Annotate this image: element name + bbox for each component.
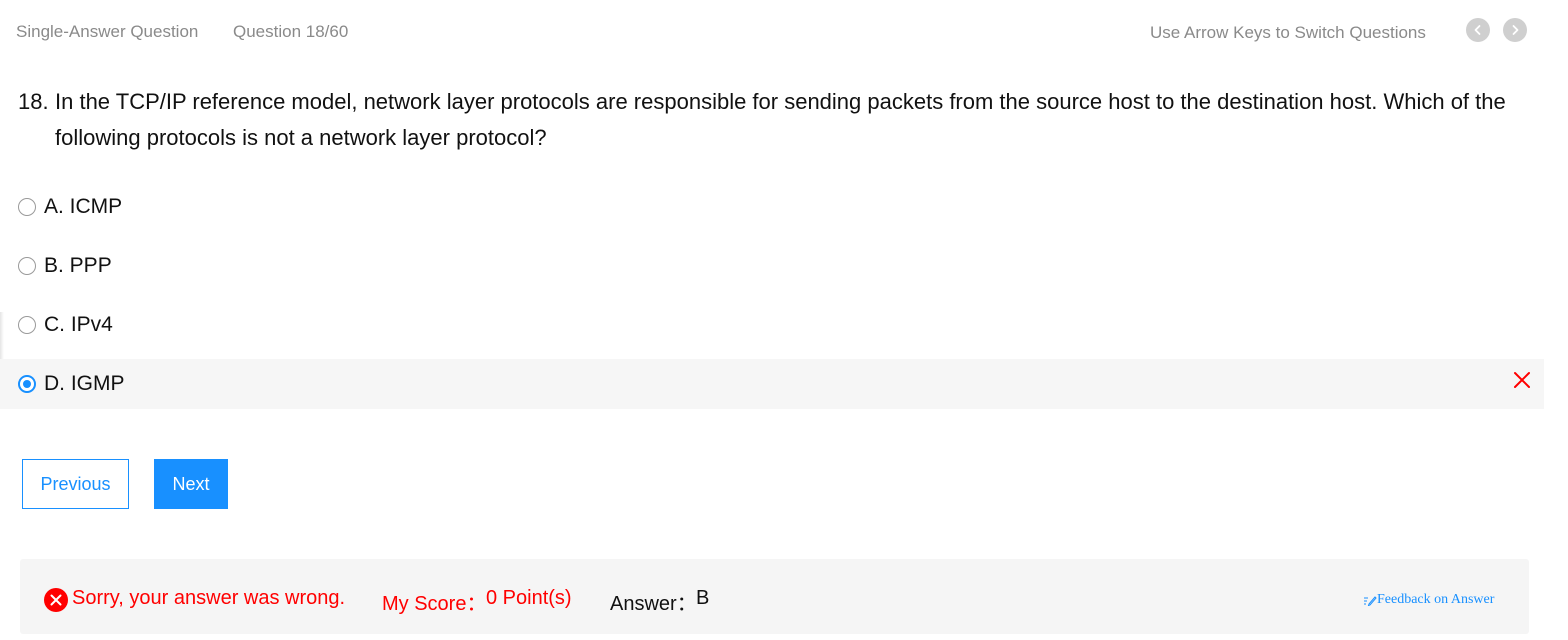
- question-header: Single-Answer Question Question 18/60 Us…: [0, 0, 1568, 64]
- option-a-label: A. ICMP: [44, 195, 123, 218]
- edit-feedback-icon: [1364, 596, 1377, 606]
- next-button[interactable]: Next: [154, 459, 228, 509]
- previous-question-button[interactable]: [1466, 18, 1490, 42]
- option-b[interactable]: B. PPP: [0, 241, 1544, 291]
- correct-answer-value: B: [696, 587, 710, 609]
- next-question-button[interactable]: [1503, 18, 1527, 42]
- option-a-radio[interactable]: [18, 198, 36, 216]
- wrong-answer-x-icon: [1514, 372, 1530, 388]
- option-b-label: B. PPP: [44, 254, 112, 277]
- option-c-label: C. IPv4: [44, 313, 113, 336]
- chevron-left-icon: [1474, 25, 1481, 35]
- result-message: Sorry, your answer was wrong.: [72, 587, 346, 609]
- answer-label: Answer：: [610, 593, 697, 615]
- result-panel: Sorry, your answer was wrong. My Score： …: [20, 559, 1529, 634]
- option-d[interactable]: D. IGMP: [0, 359, 1544, 409]
- question-stem: 18. In the TCP/IP reference model, netwo…: [18, 84, 1518, 156]
- score-label: My Score：: [382, 593, 487, 615]
- error-circle-icon: [44, 588, 68, 612]
- option-a[interactable]: A. ICMP: [0, 182, 1544, 232]
- option-d-label: D. IGMP: [44, 372, 125, 395]
- score-value: 0 Point(s): [486, 587, 572, 609]
- question-counter: Question 18/60: [233, 22, 349, 41]
- feedback-label: Feedback on Answer: [1377, 592, 1495, 607]
- question-type-label: Single-Answer Question: [16, 22, 199, 41]
- previous-button[interactable]: Previous: [22, 459, 129, 509]
- option-d-radio[interactable]: [18, 375, 36, 393]
- question-text: In the TCP/IP reference model, network l…: [55, 89, 1506, 150]
- option-b-radio[interactable]: [18, 257, 36, 275]
- option-c-radio[interactable]: [18, 316, 36, 334]
- option-c[interactable]: C. IPv4: [0, 300, 1544, 350]
- feedback-link[interactable]: Feedback on Answer: [1363, 592, 1494, 608]
- keyboard-hint: Use Arrow Keys to Switch Questions: [1150, 23, 1426, 42]
- chevron-right-icon: [1512, 25, 1519, 35]
- question-number: 18.: [18, 89, 49, 114]
